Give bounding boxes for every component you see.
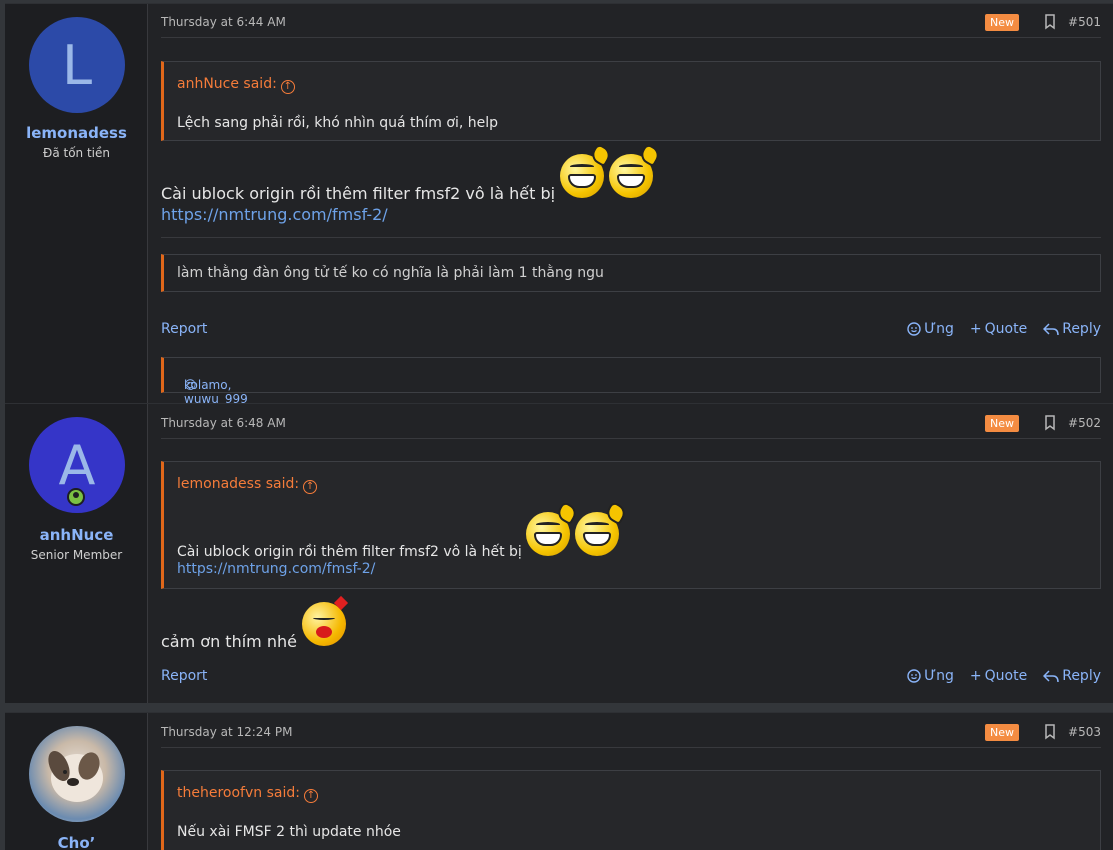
plus-icon: +: [969, 321, 982, 337]
smiley-icon: [907, 322, 921, 336]
quote-block: lemonadess said: ↑ Cài ublock origin rồi …: [161, 461, 1101, 589]
grin-thumb-emoji: [560, 142, 614, 198]
post-actions: Report Ưng + Quote Reply: [161, 321, 1101, 341]
post-meta: Thursday at 6:48 AM New #502: [161, 409, 1101, 439]
username[interactable]: lemonadess: [5, 124, 148, 142]
post-number[interactable]: #502: [1068, 416, 1101, 430]
signature-text: làm thằng đàn ông tử tế ko có nghĩa là p…: [177, 265, 604, 281]
bookmark-icon[interactable]: [1044, 724, 1056, 740]
user-title: Senior Member: [30, 548, 123, 562]
react-label: Ưng: [924, 668, 954, 684]
new-badge: New: [985, 724, 1019, 741]
arrow-up-icon[interactable]: ↑: [280, 80, 295, 94]
post-503: Cho’ Thursday at 12:24 PM New #503 thehe…: [5, 712, 1113, 850]
arrow-up-icon[interactable]: ↑: [303, 789, 318, 803]
kiss-emoji: [302, 595, 349, 646]
reply-icon: [1043, 323, 1059, 336]
post-502: A anhNuce Senior Member Thursday at 6:48…: [5, 403, 1113, 703]
reply-icon: [1043, 670, 1059, 683]
react-button[interactable]: Ưng: [907, 668, 954, 684]
reactions-bar[interactable]: 😍 kolamo, wuwu_999 and anhNuce: [161, 357, 1101, 434]
avatar-letter: A: [58, 433, 96, 497]
post-date[interactable]: Thursday at 6:44 AM: [161, 15, 286, 29]
react-button[interactable]: Ưng: [907, 321, 954, 337]
user-column: A anhNuce Senior Member: [5, 404, 148, 703]
user-title: Đã tốn tiền: [43, 146, 110, 160]
smiley-icon: [907, 669, 921, 683]
grin-thumb-emoji: [609, 142, 663, 198]
quote-button[interactable]: + Quote: [970, 668, 1027, 684]
reply-label: Reply: [1062, 321, 1101, 337]
post-meta: Thursday at 6:44 AM New #501: [161, 8, 1101, 38]
plus-icon: +: [969, 668, 982, 684]
post-actions: Report Ưng + Quote Reply: [161, 668, 1101, 688]
signature-divider: [161, 237, 1101, 238]
quote-label: Quote: [984, 321, 1028, 337]
arrow-up-icon[interactable]: ↑: [303, 480, 318, 494]
quote-block: anhNuce said: ↑ Lệch sang phải rồi, khó n…: [161, 61, 1101, 141]
new-badge: New: [985, 415, 1019, 432]
report-button[interactable]: Report: [161, 668, 207, 684]
post-501: L lemonadess Đã tốn tiền Thursday at 6:4…: [5, 3, 1113, 434]
message: cảm ơn thím nhé: [161, 595, 349, 651]
quote-author[interactable]: anhNuce said: ↑: [177, 76, 295, 94]
username[interactable]: anhNuce: [5, 526, 148, 544]
quote-message-text: Cài ublock origin rồi thêm filter fmsf2 …: [177, 544, 522, 560]
post-number[interactable]: #503: [1068, 725, 1101, 739]
quote-label: Quote: [984, 668, 1028, 684]
post-date[interactable]: Thursday at 12:24 PM: [161, 725, 292, 739]
avatar-letter: L: [61, 33, 93, 97]
quote-link[interactable]: https://nmtrung.com/fmsf-2/: [177, 561, 375, 577]
message: Cài ublock origin rồi thêm filter fmsf2 …: [161, 142, 663, 224]
bookmark-icon[interactable]: [1044, 14, 1056, 30]
post-number[interactable]: #501: [1068, 15, 1101, 29]
reply-button[interactable]: Reply: [1043, 321, 1101, 337]
message-text: cảm ơn thím nhé: [161, 632, 297, 651]
avatar-photo[interactable]: [29, 726, 125, 822]
post-date[interactable]: Thursday at 6:48 AM: [161, 416, 286, 430]
react-label: Ưng: [924, 321, 954, 337]
avatar[interactable]: L: [29, 17, 125, 113]
quote-text: Lệch sang phải rồi, khó nhìn quá thím ơi…: [177, 115, 499, 131]
quote-author[interactable]: lemonadess said: ↑: [177, 476, 318, 494]
username[interactable]: Cho’: [5, 834, 148, 850]
dog-photo-icon: [48, 751, 103, 802]
post-meta: Thursday at 12:24 PM New #503: [161, 718, 1101, 748]
user-column: L lemonadess Đã tốn tiền: [5, 4, 148, 403]
signature: làm thằng đàn ông tử tế ko có nghĩa là p…: [161, 254, 1101, 292]
grin-thumb-emoji: [526, 500, 580, 556]
reply-button[interactable]: Reply: [1043, 668, 1101, 684]
online-status-icon: [67, 488, 85, 506]
quote-text: Nếu xài FMSF 2 thì update nhóe: [177, 824, 401, 840]
grin-thumb-emoji: [574, 500, 628, 556]
bookmark-icon[interactable]: [1044, 415, 1056, 431]
new-badge: New: [985, 14, 1019, 31]
quote-text: Cài ublock origin rồi thêm filter fmsf2 …: [177, 500, 628, 577]
user-column: Cho’: [5, 713, 148, 850]
quote-button[interactable]: + Quote: [970, 321, 1027, 337]
reply-label: Reply: [1062, 668, 1101, 684]
report-button[interactable]: Report: [161, 321, 207, 337]
quote-block: theheroofvn said: ↑ Nếu xài FMSF 2 thì up…: [161, 770, 1101, 850]
message-link[interactable]: https://nmtrung.com/fmsf-2/: [161, 205, 388, 224]
message-text: Cài ublock origin rồi thêm filter fmsf2 …: [161, 184, 556, 203]
quote-author[interactable]: theheroofvn said: ↑: [177, 785, 318, 803]
